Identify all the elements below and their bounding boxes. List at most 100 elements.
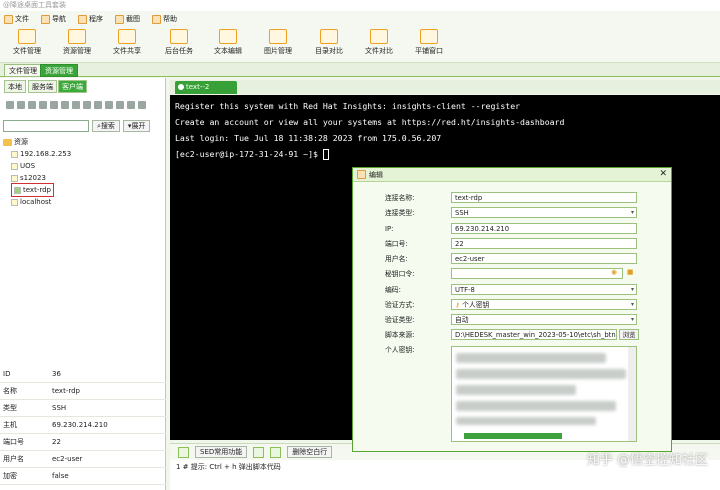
edit-script-icon[interactable] [270, 446, 282, 458]
port-input[interactable]: 22 [451, 238, 637, 249]
toolbar-dir-compare-button[interactable]: 目录对比 [304, 29, 354, 56]
refresh-icon[interactable] [138, 101, 146, 109]
blurred-key-text [456, 369, 626, 379]
field-key-passphrase: 秘钥口令: ◉ ■ [385, 268, 634, 279]
terminal-line: Register this system with Red Hat Insigh… [175, 101, 521, 111]
eye-icon[interactable]: ◉ [611, 268, 617, 276]
tree-node-root[interactable]: 资源 [3, 136, 163, 148]
field-username: 用户名: ec2-user [353, 253, 653, 265]
close-icon[interactable]: ✕ [659, 169, 667, 179]
toolbar-background-task-button[interactable]: 后台任务 [154, 29, 204, 56]
auth-type-select[interactable]: 自动 [451, 314, 637, 325]
help-icon [152, 14, 161, 24]
menu-item-file[interactable]: 文件 [4, 14, 29, 24]
menu-item-screenshot[interactable]: 截图 [115, 14, 140, 24]
add-script-icon[interactable] [178, 446, 189, 458]
menu-item-help[interactable]: 帮助 [152, 14, 177, 24]
menu-item-program[interactable]: 程序 [78, 14, 103, 24]
folder-manage-icon [18, 29, 36, 44]
connection-type-select[interactable]: SSH [451, 207, 637, 218]
toolbar-share-button[interactable]: 文件共享 [102, 29, 152, 56]
connection-name-input[interactable]: text-rdp [451, 192, 637, 203]
horizontal-scrollbar[interactable] [464, 433, 562, 439]
toolbar-tile-window-button[interactable]: 平铺窗口 [404, 29, 454, 56]
tab-terminal[interactable]: text--2 [175, 81, 237, 94]
program-icon [78, 14, 87, 24]
tree-node[interactable]: 192.168.2.253 [3, 148, 163, 160]
search-button[interactable]: ⌕搜索 [92, 120, 120, 132]
terminal-prompt-line: [ec2-user@ip-172-31-24-91 ~]$ [175, 149, 715, 165]
script-source-input[interactable]: D:\HEDESK_master_win_2023-05-10\etc\sh_b… [451, 329, 617, 340]
add-folder-icon[interactable] [17, 101, 25, 109]
toolbar-file-manage-button[interactable]: 文件管理 [2, 29, 52, 56]
toolbar-resource-button[interactable]: 资源管理 [52, 29, 102, 56]
tab-server[interactable]: 服务端 [28, 80, 57, 93]
key-passphrase-input[interactable] [451, 268, 623, 279]
field-script-source: 脚本来源: D:\HEDESK_master_win_2023-05-10\etc… [353, 329, 653, 341]
tab-file-manage[interactable]: 文件管理 [4, 64, 42, 77]
server-icon [11, 162, 18, 170]
toolbar-text-edit-button[interactable]: 文本编辑 [203, 29, 253, 56]
delete-script-icon[interactable] [253, 446, 265, 458]
screenshot-icon [115, 14, 124, 24]
remove-blank-lines-button[interactable]: 删除空白行 [287, 446, 333, 458]
search-row: ⌕搜索 ▾展开 [3, 120, 163, 133]
prop-row: 名称 text-rdp [0, 383, 166, 400]
tree-node[interactable]: localhost [3, 196, 163, 208]
export-icon[interactable] [61, 101, 69, 109]
lock-icon: ■ [627, 268, 634, 276]
encoding-select[interactable]: UTF-8 [451, 284, 637, 295]
delete-icon[interactable] [28, 101, 36, 109]
blurred-key-text [456, 353, 606, 363]
toolbar: 文件管理 资源管理 文件共享 后台任务 文本编辑 图片管理 目录对比 文件对比 … [0, 27, 720, 63]
toolbar-file-compare-button[interactable]: 文件对比 [354, 29, 404, 56]
tree-node[interactable]: UOS [3, 160, 163, 172]
prop-row: 用户名 ec2-user [0, 451, 166, 468]
edit-dialog: 编辑 ✕ 连接名称:text-rdp 连接类型:SSH IP:69.230.21… [352, 167, 672, 452]
folder-icon [3, 138, 12, 146]
auth-method-select[interactable]: ⚷ 个人密钥 [451, 299, 637, 310]
search-input[interactable] [3, 120, 89, 132]
window-title: @降途桌面工具套装 [0, 0, 720, 11]
prop-row: 加密 false [0, 468, 166, 485]
add-icon[interactable] [6, 101, 14, 109]
sed-function-dropdown[interactable]: SED常用功能 [195, 446, 248, 458]
terminal-line: Create an account or view all your syste… [175, 117, 565, 127]
terminal-cursor [322, 149, 329, 160]
edit-icon[interactable] [50, 101, 58, 109]
session-icon [178, 84, 184, 90]
toolbar-image-manage-button[interactable]: 图片管理 [253, 29, 303, 56]
settings-icon[interactable] [127, 101, 135, 109]
terminal-tab-bar: text--2 [170, 80, 720, 94]
vertical-scrollbar[interactable] [628, 347, 636, 441]
menu-bar: 文件 导航 程序 截图 帮助 [0, 11, 720, 27]
nav-icon [41, 14, 50, 24]
copy-icon[interactable] [39, 101, 47, 109]
watermark: 知乎 @悟空控知社区 [586, 453, 708, 468]
blurred-key-text [456, 417, 596, 425]
tab-local[interactable]: 本地 [4, 80, 26, 93]
outer-tab-bar: 文件管理 资源管理 [0, 63, 720, 77]
tab-resource-manage[interactable]: 资源管理 [40, 64, 78, 77]
field-encoding: 编码: UTF-8 [353, 284, 653, 296]
file-compare-icon [370, 29, 388, 44]
expand-button[interactable]: ▾展开 [122, 120, 151, 132]
up-icon[interactable] [94, 101, 102, 109]
selection-highlight: text-rdp [11, 183, 54, 197]
tab-client[interactable]: 客户端 [58, 80, 87, 93]
file-icon [4, 14, 13, 24]
down-icon[interactable] [105, 101, 113, 109]
ip-input[interactable]: 69.230.214.210 [451, 223, 637, 234]
import-icon[interactable] [72, 101, 80, 109]
browse-button[interactable]: 浏览 [619, 329, 639, 340]
username-input[interactable]: ec2-user [451, 253, 637, 264]
tree-node-selected[interactable]: text-rdp [3, 183, 163, 197]
move-icon[interactable] [83, 101, 91, 109]
prop-row: 主机 69.230.214.210 [0, 417, 166, 434]
menu-item-nav[interactable]: 导航 [41, 14, 66, 24]
blurred-key-text [456, 401, 616, 411]
field-port: 端口号: 22 [353, 238, 653, 250]
sort-icon[interactable] [116, 101, 124, 109]
private-key-textarea[interactable] [451, 346, 637, 442]
tree-toolbar [2, 98, 164, 112]
